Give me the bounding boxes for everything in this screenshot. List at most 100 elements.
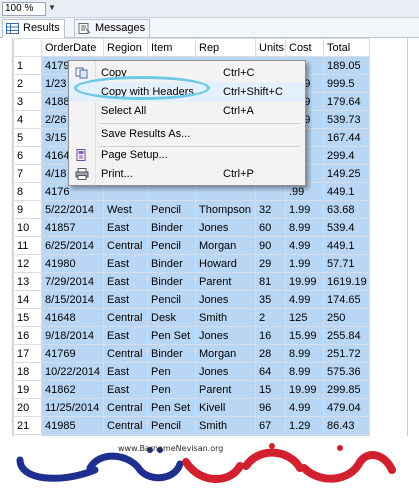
table-row[interactable]: 10 41857 East Binder Jones 60 8.99 539.4 [13,218,370,237]
row-number[interactable]: 8 [13,182,42,201]
table-row[interactable]: 16 9/18/2014 East Pen Set Jones 16 15.99 255.84 [13,326,370,345]
row-number[interactable]: 12 [13,254,42,273]
table-cell[interactable]: Central [103,236,148,255]
table-cell[interactable]: 251.72 [323,344,370,363]
row-number[interactable]: 18 [13,362,42,381]
table-cell[interactable]: 1.99 [285,200,324,219]
table-cell[interactable]: 2 [255,308,286,327]
table-cell[interactable]: 4.99 [285,236,324,255]
table-cell[interactable]: 255.84 [323,326,370,345]
table-row[interactable]: 11 6/25/2014 Central Pencil Morgan 90 4.99 449.… [13,236,370,255]
table-cell[interactable]: Central [103,308,148,327]
table-cell[interactable]: Pen [147,362,196,381]
row-number[interactable]: 9 [13,200,42,219]
table-cell[interactable]: 32 [255,200,286,219]
table-cell[interactable]: East [103,290,148,309]
table-cell[interactable]: 149.25 [323,164,370,183]
table-cell[interactable]: 449.1 [323,236,370,255]
row-number[interactable]: 7 [13,164,42,183]
table-cell[interactable]: Pencil [147,416,196,435]
table-cell[interactable]: Kivell [195,398,256,417]
table-cell[interactable]: Pencil [147,236,196,255]
table-cell[interactable]: 1183.26 [323,434,370,436]
table-cell[interactable]: Parent [195,380,256,399]
table-cell[interactable]: 8.99 [285,344,324,363]
chevron-down-icon[interactable]: ▼ [48,2,56,14]
table-cell[interactable]: 9/18/2014 [41,326,104,345]
table-cell[interactable]: 57.71 [323,254,370,273]
table-cell[interactable]: 29 [255,254,286,273]
table-row[interactable]: 12 41980 East Binder Howard 29 1.99 57.71 [13,254,370,273]
table-cell[interactable]: Morgan [195,344,256,363]
column-header[interactable]: Region [103,38,148,57]
table-cell[interactable]: Pen [147,380,196,399]
table-cell[interactable]: 41648 [41,308,104,327]
table-cell[interactable]: 539.73 [323,110,370,129]
table-cell[interactable]: 8.99 [285,362,324,381]
table-cell[interactable]: 19.99 [285,380,324,399]
table-cell[interactable]: 15 [255,380,286,399]
column-header[interactable]: OrderDate [41,38,104,57]
table-cell[interactable]: Morgan [195,236,256,255]
row-number[interactable]: 19 [13,380,42,399]
table-cell[interactable]: West [103,200,148,219]
table-cell[interactable]: East [103,254,148,273]
row-number[interactable]: 11 [13,236,42,255]
row-number[interactable]: 13 [13,272,42,291]
table-cell[interactable]: 299.85 [323,380,370,399]
table-row[interactable]: 21 41985 Central Pencil Smith 67 1.29 86.43 [13,416,370,435]
table-cell[interactable]: 4.99 [285,398,324,417]
column-header[interactable]: Item [147,38,196,57]
menu-item-save-results-as[interactable]: Save Results As... [69,124,305,144]
table-cell[interactable]: 4.99 [285,290,324,309]
menu-item-select-all[interactable]: Select All Ctrl+A [69,101,305,121]
table-cell[interactable]: 41980 [41,254,104,273]
table-cell[interactable]: Howard [195,254,256,273]
table-cell[interactable]: East [103,362,148,381]
table-cell[interactable]: 6/25/2014 [41,236,104,255]
table-cell[interactable]: Jones [195,326,256,345]
table-cell[interactable]: Binder [147,218,196,237]
table-cell[interactable]: 41857 [41,218,104,237]
table-cell[interactable]: 15.99 [285,326,324,345]
table-cell[interactable]: 11/25/2014 [41,398,104,417]
table-cell[interactable]: Pencil [147,290,196,309]
table-cell[interactable]: 28 [255,344,286,363]
table-row[interactable]: 18 10/22/2014 East Pen Jones 64 8.99 575.36 [13,362,370,381]
row-number[interactable]: 17 [13,344,42,363]
table-row[interactable]: 19 41862 East Pen Parent 15 19.99 299.85 [13,380,370,399]
row-number[interactable]: 22 [13,434,42,436]
table-row[interactable]: 15 41648 Central Desk Smith 2 125 250 [13,308,370,327]
table-cell[interactable]: Central [103,344,148,363]
table-cell[interactable]: 189.05 [323,56,370,75]
table-cell[interactable]: 539.4 [323,218,370,237]
row-number[interactable]: 21 [13,416,42,435]
table-cell[interactable]: 8.99 [285,218,324,237]
table-cell[interactable]: East [103,218,148,237]
table-cell[interactable]: Parent [195,434,256,436]
table-cell[interactable]: 1.29 [285,416,324,435]
row-number[interactable]: 5 [13,128,42,147]
table-cell[interactable]: Smith [195,308,256,327]
table-cell[interactable]: 7/29/2014 [41,272,104,291]
table-row[interactable]: 9 5/22/2014 West Pencil Thompson 32 1.99 63.68 [13,200,370,219]
row-number[interactable]: 6 [13,146,42,165]
column-header[interactable]: Units [255,38,286,57]
table-cell[interactable]: 10/22/2014 [41,362,104,381]
tab-messages[interactable]: Messages [74,19,151,37]
table-cell[interactable]: Binder [147,254,196,273]
table-cell[interactable]: Parent [195,272,256,291]
table-cell[interactable]: Central [103,416,148,435]
corner-cell[interactable] [13,38,42,57]
table-cell[interactable]: 999.5 [323,74,370,93]
table-cell[interactable]: 64 [255,362,286,381]
menu-item-print[interactable]: Print... Ctrl+P [69,164,305,184]
table-cell[interactable]: 16 [255,326,286,345]
table-cell[interactable]: 449.1 [323,182,370,201]
table-row[interactable]: 20 11/25/2014 Central Pen Set Kivell 96 4.99 47… [13,398,370,417]
table-cell[interactable]: 174.65 [323,290,370,309]
table-cell[interactable]: 179.64 [323,92,370,111]
table-cell[interactable]: 63.68 [323,200,370,219]
table-cell[interactable]: 15.99 [285,434,324,436]
table-row[interactable]: 13 7/29/2014 East Binder Parent 81 19.99 1619.1… [13,272,370,291]
